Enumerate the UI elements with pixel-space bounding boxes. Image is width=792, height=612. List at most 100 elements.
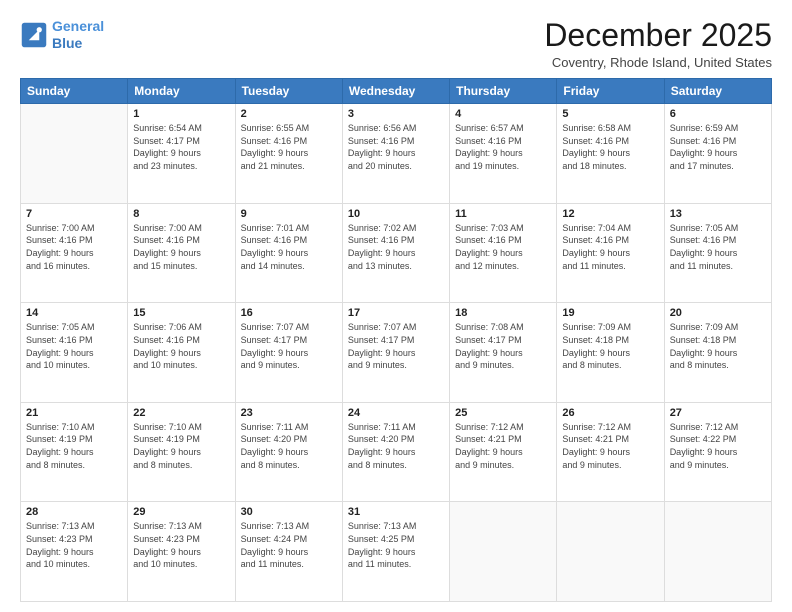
calendar-cell: 9 Sunrise: 7:01 AM Sunset: 4:16 PM Daylig…	[235, 203, 342, 303]
day-info: Sunrise: 7:11 AM Sunset: 4:20 PM Dayligh…	[241, 421, 337, 471]
calendar-cell: 15Sunrise: 7:06 AM Sunset: 4:16 PM Dayli…	[128, 303, 235, 403]
calendar-cell: 7Sunrise: 7:00 AM Sunset: 4:16 PM Daylig…	[21, 203, 128, 303]
calendar-cell	[21, 104, 128, 204]
weekday-header-friday: Friday	[557, 79, 664, 104]
day-info: Sunrise: 6:56 AM Sunset: 4:16 PM Dayligh…	[348, 122, 444, 172]
day-number: 30	[241, 506, 337, 518]
day-info: Sunrise: 7:13 AM Sunset: 4:25 PM Dayligh…	[348, 520, 444, 570]
day-number: 25	[455, 407, 551, 419]
title-block: December 2025 Coventry, Rhode Island, Un…	[544, 18, 772, 70]
day-info: Sunrise: 7:01 AM Sunset: 4:16 PM Dayligh…	[241, 222, 337, 272]
calendar-cell: 3 Sunrise: 6:56 AM Sunset: 4:16 PM Daylig…	[342, 104, 449, 204]
calendar-cell: 23Sunrise: 7:11 AM Sunset: 4:20 PM Dayli…	[235, 402, 342, 502]
day-info: Sunrise: 7:07 AM Sunset: 4:17 PM Dayligh…	[348, 321, 444, 371]
day-number: 3	[348, 108, 444, 120]
weekday-row: SundayMondayTuesdayWednesdayThursdayFrid…	[21, 79, 772, 104]
calendar-cell: 26Sunrise: 7:12 AM Sunset: 4:21 PM Dayli…	[557, 402, 664, 502]
calendar-cell: 27 Sunrise: 7:12 AM Sunset: 4:22 PM Dayli…	[664, 402, 771, 502]
day-info: Sunrise: 7:12 AM Sunset: 4:22 PM Dayligh…	[670, 421, 766, 471]
calendar-cell: 2 Sunrise: 6:55 AM Sunset: 4:16 PM Daylig…	[235, 104, 342, 204]
day-info: Sunrise: 7:13 AM Sunset: 4:23 PM Dayligh…	[26, 520, 122, 570]
calendar-cell	[664, 502, 771, 602]
calendar-cell: 28 Sunrise: 7:13 AM Sunset: 4:23 PM Dayli…	[21, 502, 128, 602]
day-number: 6	[670, 108, 766, 120]
calendar-cell: 12Sunrise: 7:04 AM Sunset: 4:16 PM Dayli…	[557, 203, 664, 303]
calendar-body: 1 Sunrise: 6:54 AM Sunset: 4:17 PM Daylig…	[21, 104, 772, 602]
day-info: Sunrise: 7:10 AM Sunset: 4:19 PM Dayligh…	[26, 421, 122, 471]
day-number: 27	[670, 407, 766, 419]
day-number: 12	[562, 208, 658, 220]
calendar-cell: 5 Sunrise: 6:58 AM Sunset: 4:16 PM Daylig…	[557, 104, 664, 204]
logo-line1: General	[52, 18, 104, 34]
day-info: Sunrise: 6:59 AM Sunset: 4:16 PM Dayligh…	[670, 122, 766, 172]
day-info: Sunrise: 7:00 AM Sunset: 4:16 PM Dayligh…	[26, 222, 122, 272]
calendar-cell: 20Sunrise: 7:09 AM Sunset: 4:18 PM Dayli…	[664, 303, 771, 403]
calendar-cell: 11 Sunrise: 7:03 AM Sunset: 4:16 PM Dayli…	[450, 203, 557, 303]
subtitle: Coventry, Rhode Island, United States	[544, 55, 772, 70]
weekday-header-wednesday: Wednesday	[342, 79, 449, 104]
day-number: 4	[455, 108, 551, 120]
calendar-cell: 19 Sunrise: 7:09 AM Sunset: 4:18 PM Dayli…	[557, 303, 664, 403]
day-info: Sunrise: 7:07 AM Sunset: 4:17 PM Dayligh…	[241, 321, 337, 371]
logo-icon	[20, 21, 48, 49]
day-number: 29	[133, 506, 229, 518]
day-info: Sunrise: 7:12 AM Sunset: 4:21 PM Dayligh…	[562, 421, 658, 471]
day-info: Sunrise: 7:03 AM Sunset: 4:16 PM Dayligh…	[455, 222, 551, 272]
day-info: Sunrise: 7:08 AM Sunset: 4:17 PM Dayligh…	[455, 321, 551, 371]
calendar-cell: 24 Sunrise: 7:11 AM Sunset: 4:20 PM Dayli…	[342, 402, 449, 502]
calendar-cell: 17 Sunrise: 7:07 AM Sunset: 4:17 PM Dayli…	[342, 303, 449, 403]
calendar-cell: 14Sunrise: 7:05 AM Sunset: 4:16 PM Dayli…	[21, 303, 128, 403]
day-info: Sunrise: 7:09 AM Sunset: 4:18 PM Dayligh…	[562, 321, 658, 371]
day-number: 11	[455, 208, 551, 220]
calendar-cell	[450, 502, 557, 602]
weekday-header-sunday: Sunday	[21, 79, 128, 104]
calendar-cell: 16 Sunrise: 7:07 AM Sunset: 4:17 PM Dayli…	[235, 303, 342, 403]
calendar-row: 7Sunrise: 7:00 AM Sunset: 4:16 PM Daylig…	[21, 203, 772, 303]
calendar-row: 14Sunrise: 7:05 AM Sunset: 4:16 PM Dayli…	[21, 303, 772, 403]
main-title: December 2025	[544, 18, 772, 53]
calendar-cell: 10 Sunrise: 7:02 AM Sunset: 4:16 PM Dayli…	[342, 203, 449, 303]
day-number: 28	[26, 506, 122, 518]
logo-line2: Blue	[52, 35, 82, 51]
day-info: Sunrise: 7:10 AM Sunset: 4:19 PM Dayligh…	[133, 421, 229, 471]
day-number: 8	[133, 208, 229, 220]
calendar-row: 1 Sunrise: 6:54 AM Sunset: 4:17 PM Daylig…	[21, 104, 772, 204]
day-number: 13	[670, 208, 766, 220]
day-number: 17	[348, 307, 444, 319]
day-number: 21	[26, 407, 122, 419]
day-info: Sunrise: 6:55 AM Sunset: 4:16 PM Dayligh…	[241, 122, 337, 172]
weekday-header-thursday: Thursday	[450, 79, 557, 104]
day-info: Sunrise: 7:13 AM Sunset: 4:23 PM Dayligh…	[133, 520, 229, 570]
calendar-cell: 21 Sunrise: 7:10 AM Sunset: 4:19 PM Dayli…	[21, 402, 128, 502]
calendar-row: 21 Sunrise: 7:10 AM Sunset: 4:19 PM Dayli…	[21, 402, 772, 502]
day-number: 18	[455, 307, 551, 319]
logo: General Blue	[20, 18, 104, 52]
day-info: Sunrise: 7:13 AM Sunset: 4:24 PM Dayligh…	[241, 520, 337, 570]
calendar-cell: 6 Sunrise: 6:59 AM Sunset: 4:16 PM Daylig…	[664, 104, 771, 204]
calendar-cell: 31 Sunrise: 7:13 AM Sunset: 4:25 PM Dayli…	[342, 502, 449, 602]
day-number: 1	[133, 108, 229, 120]
day-info: Sunrise: 6:58 AM Sunset: 4:16 PM Dayligh…	[562, 122, 658, 172]
logo-text: General Blue	[52, 18, 104, 52]
calendar-cell: 13Sunrise: 7:05 AM Sunset: 4:16 PM Dayli…	[664, 203, 771, 303]
day-number: 20	[670, 307, 766, 319]
day-info: Sunrise: 6:54 AM Sunset: 4:17 PM Dayligh…	[133, 122, 229, 172]
day-number: 2	[241, 108, 337, 120]
day-info: Sunrise: 7:02 AM Sunset: 4:16 PM Dayligh…	[348, 222, 444, 272]
day-number: 31	[348, 506, 444, 518]
calendar-cell: 25Sunrise: 7:12 AM Sunset: 4:21 PM Dayli…	[450, 402, 557, 502]
day-info: Sunrise: 7:11 AM Sunset: 4:20 PM Dayligh…	[348, 421, 444, 471]
weekday-header-monday: Monday	[128, 79, 235, 104]
day-number: 14	[26, 307, 122, 319]
day-number: 5	[562, 108, 658, 120]
day-number: 16	[241, 307, 337, 319]
header: General Blue December 2025 Coventry, Rho…	[20, 18, 772, 70]
calendar-cell: 8Sunrise: 7:00 AM Sunset: 4:16 PM Daylig…	[128, 203, 235, 303]
day-number: 24	[348, 407, 444, 419]
day-number: 9	[241, 208, 337, 220]
day-number: 10	[348, 208, 444, 220]
day-number: 19	[562, 307, 658, 319]
calendar-row: 28 Sunrise: 7:13 AM Sunset: 4:23 PM Dayli…	[21, 502, 772, 602]
weekday-header-saturday: Saturday	[664, 79, 771, 104]
day-number: 15	[133, 307, 229, 319]
